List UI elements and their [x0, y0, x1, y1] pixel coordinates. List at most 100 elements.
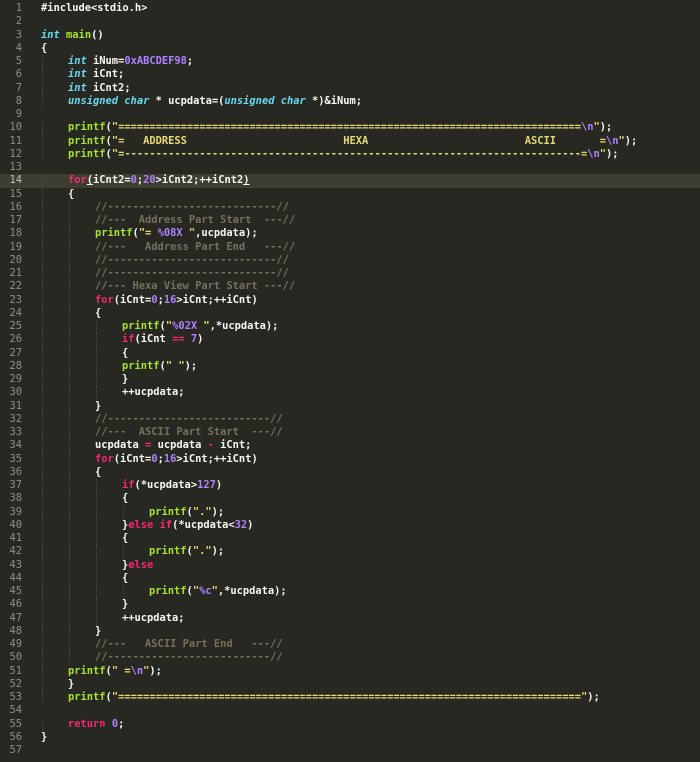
code-line[interactable]: 55 return 0;: [0, 717, 700, 731]
line-number: 4: [15, 41, 22, 54]
code-line[interactable]: 25 printf("%02X ",*ucpdata);: [0, 320, 700, 334]
indent-guide: [42, 134, 43, 148]
code-line[interactable]: 11 printf("= ADDRESS HEXA ASCII =\n");: [0, 134, 700, 148]
code-token: %c: [199, 585, 212, 597]
code-token: printf: [68, 691, 106, 703]
code-line[interactable]: 57: [0, 744, 700, 757]
code-line[interactable]: 38 {: [0, 492, 700, 506]
code-line[interactable]: 15 {: [0, 187, 700, 201]
code-text: for(iCnt=0;16>iCnt;++iCnt): [95, 294, 258, 307]
code-line[interactable]: 28 printf(" ");: [0, 359, 700, 373]
code-token: (): [91, 28, 104, 41]
code-line[interactable]: 37 if(*ucpdata>127): [0, 479, 700, 493]
code-token: ucpdata: [95, 439, 146, 452]
code-line[interactable]: 5 int iNum=0xABCDEF98;: [0, 55, 700, 69]
code-line[interactable]: 29}: [0, 373, 700, 387]
code-token: );: [211, 505, 225, 518]
indent-guide: [42, 624, 43, 638]
code-line[interactable]: 26 if(iCnt == 7): [0, 333, 700, 347]
indent-guide: [42, 240, 43, 254]
code-text: //---------------------------//: [95, 254, 289, 267]
indent-guide: [69, 518, 70, 532]
code-lines[interactable]: 1 #include<stdio.h> 2 3 int main() 4{5 int iNu…: [0, 0, 700, 757]
indent-guide: [69, 386, 70, 400]
indent-guide: [96, 386, 97, 400]
code-line[interactable]: 16 //---------------------------//: [0, 200, 700, 214]
indent-guide: [42, 571, 43, 585]
code-text: }: [95, 625, 101, 638]
code-line[interactable]: 53 printf("==============================…: [0, 691, 700, 705]
code-token: ".": [192, 545, 212, 558]
code-text: {: [122, 532, 128, 545]
code-line[interactable]: 30 ++ucpdata;: [0, 386, 700, 400]
code-line[interactable]: 18 printf("= %08X ",ucpdata);: [0, 227, 700, 241]
code-line[interactable]: 35 for(iCnt=0;16>iCnt;++iCnt): [0, 452, 700, 466]
code-line[interactable]: 54: [0, 704, 700, 717]
code-line[interactable]: 52}: [0, 677, 700, 691]
code-line[interactable]: 31}: [0, 399, 700, 413]
code-line[interactable]: 13: [0, 161, 700, 174]
code-token: 20: [143, 174, 156, 187]
indent-guide: [96, 598, 97, 612]
code-line[interactable]: 39 printf(".");: [0, 505, 700, 519]
code-line[interactable]: 27 {: [0, 346, 700, 360]
code-token: "=======================================…: [111, 121, 581, 134]
code-line[interactable]: 47 ++ucpdata;: [0, 611, 700, 625]
code-line[interactable]: 49 //--- ASCII Part End ---//: [0, 638, 700, 652]
code-line[interactable]: 10 printf("==============================…: [0, 121, 700, 135]
code-line[interactable]: 50 //--------------------------//: [0, 651, 700, 665]
code-line[interactable]: 20 //---------------------------//: [0, 253, 700, 267]
code-token: {: [122, 571, 129, 584]
code-line[interactable]: 23 for(iCnt=0;16>iCnt;++iCnt): [0, 293, 700, 307]
code-line[interactable]: 44 {: [0, 571, 700, 585]
code-line[interactable]: 3 int main(): [0, 29, 700, 42]
code-line[interactable]: 21 //---------------------------//: [0, 267, 700, 281]
code-line[interactable]: 46}: [0, 598, 700, 612]
line-number: 35: [9, 452, 22, 465]
code-line[interactable]: 42 printf(".");: [0, 545, 700, 559]
code-token: for: [95, 293, 114, 306]
code-editor[interactable]: 1 #include<stdio.h> 2 3 int main() 4{5 int iNu…: [0, 0, 700, 762]
code-line[interactable]: 2: [0, 15, 700, 28]
code-line[interactable]: 6 int iCnt;: [0, 68, 700, 82]
code-line[interactable]: 40}else if(*ucpdata<32): [0, 518, 700, 532]
indent-guide: [69, 399, 70, 413]
indent-guide: [69, 333, 70, 347]
code-text: int main(): [41, 29, 104, 42]
code-token: int: [68, 81, 87, 94]
code-line[interactable]: 33 //--- ASCII Part Start ---//: [0, 426, 700, 440]
code-line[interactable]: 19 //--- Address Part End ---//: [0, 240, 700, 254]
line-number: 56: [9, 730, 22, 743]
code-line[interactable]: 1 #include<stdio.h>: [0, 2, 700, 15]
code-line[interactable]: 7 int iCnt2;: [0, 81, 700, 95]
code-token: );: [599, 121, 613, 134]
code-token: );: [587, 691, 600, 703]
code-line[interactable]: 41 {: [0, 532, 700, 546]
indent-guide: [69, 558, 70, 572]
indent-guide: [42, 94, 43, 108]
code-token: unsigned char: [68, 94, 150, 107]
code-line[interactable]: 34 ucpdata = ucpdata - iCnt;: [0, 439, 700, 453]
code-text: printf(" ");: [122, 360, 197, 373]
code-line[interactable]: 56}: [0, 731, 700, 744]
code-line[interactable]: 45 printf("%c",*ucpdata);: [0, 585, 700, 599]
code-line[interactable]: 9: [0, 108, 700, 121]
code-line[interactable]: 22 //--- Hexa View Part Start ---//: [0, 280, 700, 294]
code-line[interactable]: 36 {: [0, 465, 700, 479]
line-number: 41: [9, 532, 22, 544]
code-line[interactable]: 4{: [0, 42, 700, 55]
code-line[interactable]: 48}: [0, 624, 700, 638]
code-line[interactable]: 51 printf(" =\n");: [0, 664, 700, 678]
line-number: 30: [9, 386, 22, 399]
line-number: 22: [9, 280, 22, 293]
code-token: int: [68, 55, 87, 67]
code-line[interactable]: 17 //--- Address Part Start ---//: [0, 214, 700, 228]
code-line[interactable]: 12 printf("=-----------------------------…: [0, 147, 700, 161]
code-line[interactable]: 32 //--------------------------//: [0, 412, 700, 426]
code-line[interactable]: 24 {: [0, 306, 700, 320]
code-line[interactable]: 8 unsigned char * ucpdata=(unsigned char …: [0, 94, 700, 108]
indent-guide: [69, 240, 70, 254]
code-line[interactable]: 43}else: [0, 558, 700, 572]
code-line[interactable]: 14 for(iCnt2=0;20>iCnt2;++iCnt2): [0, 174, 700, 188]
code-token: //--------------------------//: [95, 651, 283, 664]
